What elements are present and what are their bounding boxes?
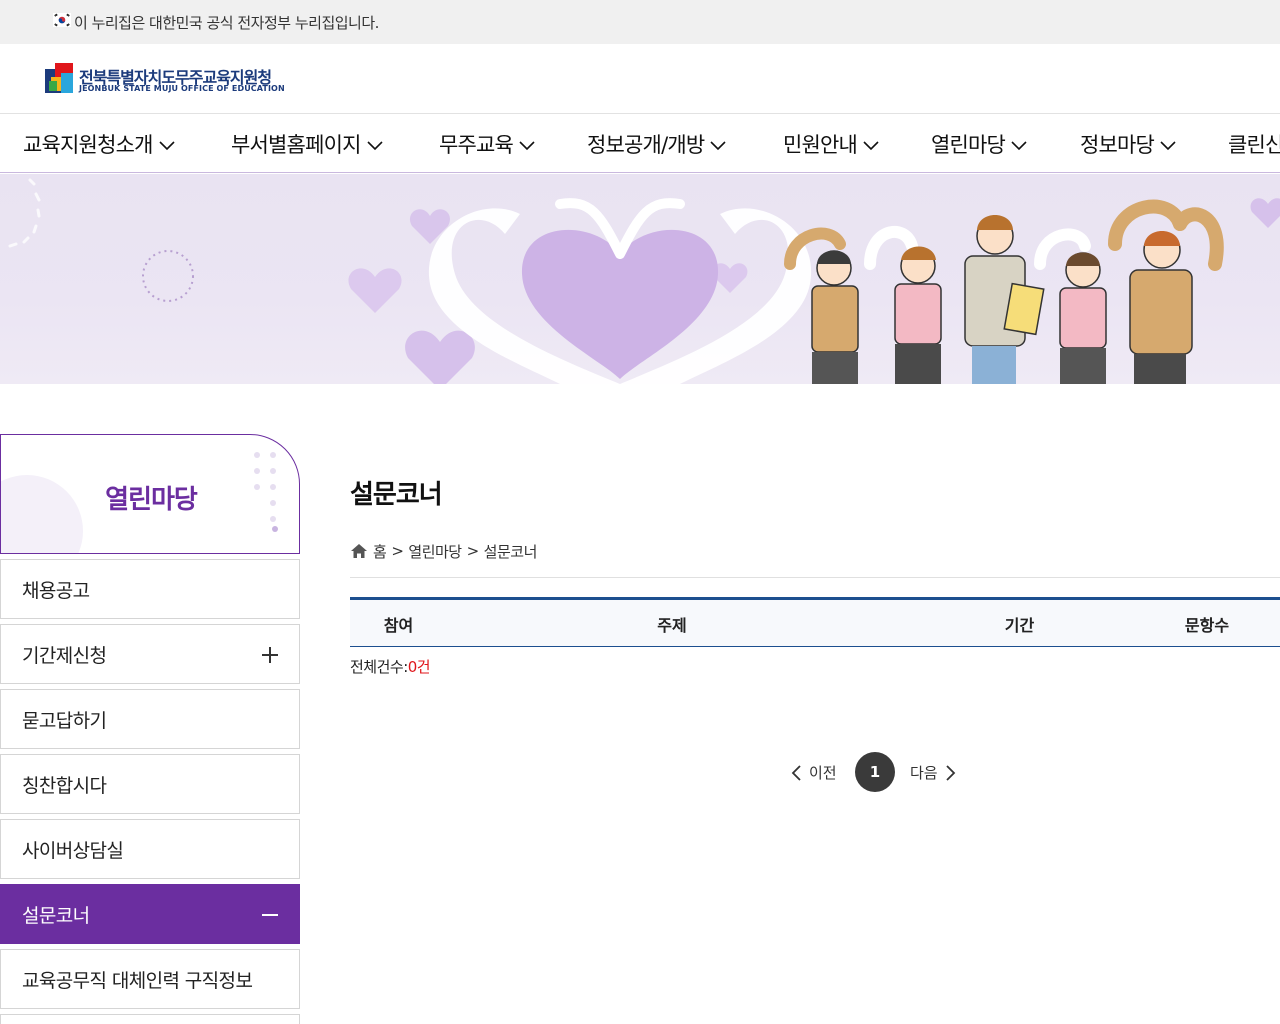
chevron-down-icon: [1011, 140, 1027, 150]
site-logo[interactable]: 전북특별자치도무주교육지원청 JEONBUK STATE MUJU OFFICE…: [45, 63, 285, 97]
gnb-item-civil-service[interactable]: 민원안내: [783, 114, 879, 172]
survey-table: 참여 주제 기간 문항수: [350, 597, 1280, 647]
main-navigation: 교육지원청소개 부서별홈페이지 무주교육 정보공개/개방 민원안내 열린마당 정…: [0, 114, 1280, 173]
content-divider: [350, 577, 1280, 578]
office-name-english: JEONBUK STATE MUJU OFFICE OF EDUCATION: [79, 84, 285, 93]
prev-page-button[interactable]: 이전: [790, 762, 837, 783]
lnb-item-label: 기간제신청: [22, 644, 107, 667]
lnb-item-survey-corner[interactable]: 설문코너: [0, 884, 300, 944]
breadcrumb: 홈 > 열린마당 > 설문코너: [350, 541, 537, 561]
table-header-period: 기간: [1004, 615, 1035, 635]
breadcrumb-current: 설문코너: [483, 542, 538, 561]
chevron-down-icon: [159, 140, 175, 150]
lnb-item-label: 사이버상담실: [22, 839, 124, 862]
lnb-item-more[interactable]: [0, 1014, 300, 1024]
plus-icon: [262, 647, 278, 663]
table-header-question-count: 문항수: [1184, 615, 1230, 635]
gnb-item-open-forum[interactable]: 열린마당: [931, 114, 1027, 172]
next-page-label: 다음: [910, 764, 938, 782]
office-emblem-icon: [45, 63, 73, 93]
gnb-item-info-square[interactable]: 정보마당: [1080, 114, 1176, 172]
gnb-item-muju-education[interactable]: 무주교육: [439, 114, 535, 172]
minus-icon: [262, 914, 278, 916]
page-title: 설문코너: [350, 480, 443, 510]
gnb-item-label: 정보마당: [1080, 132, 1155, 157]
chevron-down-icon: [863, 140, 879, 150]
gnb-item-label: 클린신: [1228, 132, 1280, 157]
lnb-item-job-postings[interactable]: 채용공고: [0, 559, 300, 619]
breadcrumb-separator: >: [391, 542, 404, 560]
breadcrumb-home[interactable]: 홈: [373, 541, 387, 562]
lnb-item-label: 설문코너: [22, 904, 90, 927]
gnb-item-label: 민원안내: [783, 132, 858, 157]
lnb-item-label: 묻고답하기: [22, 709, 107, 732]
home-icon[interactable]: [350, 543, 368, 559]
gov-notice-bar: 이 누리집은 대한민국 공식 전자정부 누리집입니다.: [0, 0, 1280, 44]
chevron-down-icon: [1160, 140, 1176, 150]
table-header-subject: 주제: [657, 615, 687, 635]
lnb-title-box: 열린마당: [0, 434, 300, 554]
chevron-right-icon: [945, 764, 955, 781]
lnb-item-temporary-application[interactable]: 기간제신청: [0, 624, 300, 684]
gnb-item-clean[interactable]: 클린신: [1228, 114, 1280, 172]
gnb-item-information-disclosure[interactable]: 정보공개/개방: [587, 114, 726, 172]
banner-illustration: [8, 178, 1280, 384]
chevron-left-icon: [791, 764, 801, 781]
gnb-item-label: 교육지원청소개: [23, 132, 153, 157]
current-page-button[interactable]: 1: [855, 752, 895, 792]
lnb-item-label: 칭찬합시다: [22, 774, 107, 797]
header-logo-row: 전북특별자치도무주교육지원청 JEONBUK STATE MUJU OFFICE…: [0, 44, 1280, 114]
table-header-participate: 참여: [383, 615, 414, 635]
chevron-down-icon: [519, 140, 535, 150]
chevron-down-icon: [710, 140, 726, 150]
total-count: 전체건수:0건: [350, 656, 431, 677]
breadcrumb-level1[interactable]: 열린마당: [408, 541, 462, 562]
korea-flag-icon: [53, 13, 71, 27]
breadcrumb-separator: >: [466, 542, 480, 560]
lnb-title: 열린마당: [105, 485, 198, 515]
lnb-item-qna[interactable]: 묻고답하기: [0, 689, 300, 749]
lnb-item-label: 교육공무직 대체인력 구직정보: [22, 969, 253, 992]
prev-page-label: 이전: [809, 764, 837, 782]
gnb-item-label: 무주교육: [439, 132, 514, 157]
total-count-value: 0건: [407, 658, 431, 676]
lnb-item-praise[interactable]: 칭찬합시다: [0, 754, 300, 814]
next-page-button[interactable]: 다음: [910, 762, 957, 783]
gov-notice-text: 이 누리집은 대한민국 공식 전자정부 누리집입니다.: [74, 14, 379, 32]
sub-visual-banner: [0, 174, 1280, 384]
gnb-item-departments[interactable]: 부서별홈페이지: [231, 114, 383, 172]
gnb-item-label: 정보공개/개방: [587, 132, 705, 157]
gnb-item-label: 부서별홈페이지: [231, 132, 361, 157]
gnb-item-label: 열린마당: [931, 132, 1006, 157]
lnb-item-cyber-counseling[interactable]: 사이버상담실: [0, 819, 300, 879]
gnb-item-intro[interactable]: 교육지원청소개: [23, 114, 175, 172]
total-count-label: 전체건수:: [350, 658, 408, 676]
lnb-item-substitute-job-info[interactable]: 교육공무직 대체인력 구직정보: [0, 949, 300, 1009]
lnb-item-label: 채용공고: [22, 579, 90, 602]
chevron-down-icon: [367, 140, 383, 150]
